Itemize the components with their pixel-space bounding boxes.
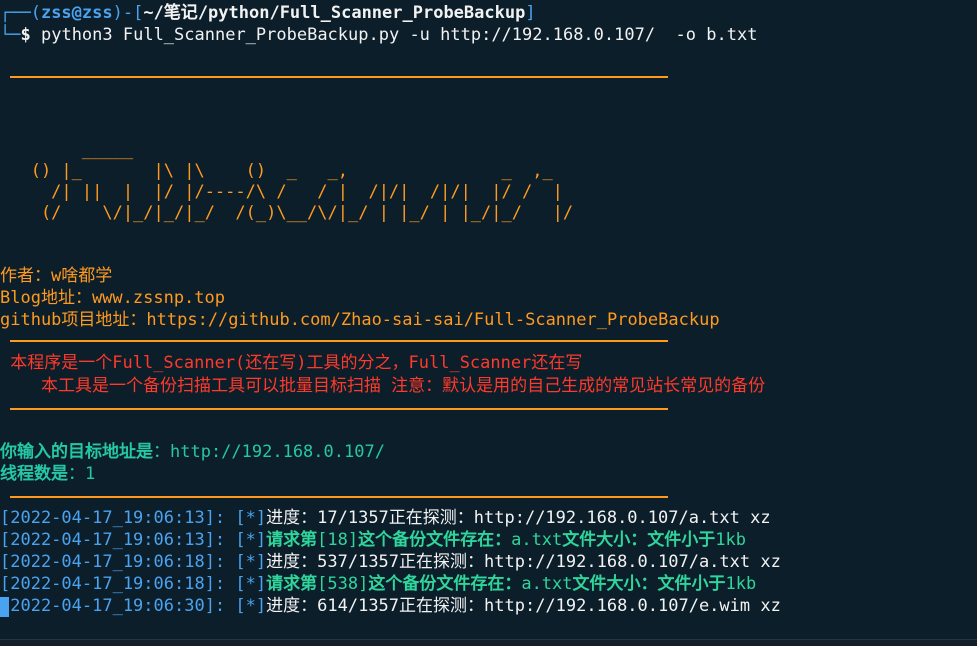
author-line: 作者：w啥都学 [0,266,113,286]
log-line: [2022-04-17_19:06:13]: [*]请求第[18]这个备份文件存… [0,530,746,550]
log-timestamp: [2022-04-17_19:06:13]: [0,530,226,550]
log-tag: [*] [235,552,267,572]
blog-line: Blog地址：www.zssnp.top [0,288,225,308]
github-line: github项目地址：https://github.com/Zhao-sai-s… [0,310,720,330]
bottom-panel-edge [0,639,977,646]
notice-top-rule [10,340,668,342]
prompt-user-host: zss@zss [40,3,113,23]
terminal-cursor [0,597,9,617]
log-timestamp: [2022-04-17_19:06:18]: [0,574,226,594]
notice-bottom-rule [10,408,668,410]
prompt-path-cn: 笔记 [163,3,198,23]
log-timestamp: [2022-04-17_19:06:30]: [0,596,226,616]
log-line: [2022-04-17_19:06:30]: [*]进度：614/1357正在探… [0,595,781,617]
target-label: 你输入的目标地址是 [0,442,153,462]
threads-label: 线程数是 [0,464,68,484]
log-tag: [*] [235,508,267,528]
prompt-path-prefix: ~/ [143,3,164,23]
log-timestamp: [2022-04-17_19:06:13]: [0,508,226,528]
notice-line-1: 本程序是一个Full_Scanner(还在写)工具的分之，Full_Scanne… [0,353,583,373]
command-line[interactable]: └─$ python3 Full_Scanner_ProbeBackup.py … [0,24,757,46]
log-text: 进度：17/1357正在探测：http://192.168.0.107/a.tx… [266,508,771,528]
log-tag: [*] [235,574,267,594]
prompt-line: ┌──(zss@zss)-[~/笔记/python/Full_Scanner_P… [0,3,536,23]
target-value: ：http://192.168.0.107/ [153,442,385,462]
target-line: 你输入的目标地址是：http://192.168.0.107/ [0,441,385,463]
log-timestamp: [2022-04-17_19:06:18]: [0,552,226,572]
threads-value: ：1 [68,464,96,484]
log-line: [2022-04-17_19:06:18]: [*]进度：537/1357正在探… [0,551,781,573]
log-tag: [*] [235,530,267,550]
prompt-dollar: $ [20,25,31,45]
log-tag: [*] [235,596,267,616]
ascii-art-banner: _____ () |_ |\ |\ () _ _, _ ,_ /| || | |… [30,140,574,223]
log-line: [2022-04-17_19:06:13]: [*]进度：17/1357正在探测… [0,507,771,529]
log-top-rule [10,496,668,498]
log-text: 进度：537/1357正在探测：http://192.168.0.107/a.t… [266,552,781,572]
command-text: python3 Full_Scanner_ProbeBackup.py -u h… [40,25,758,45]
prompt-path-rest: /python/Full_Scanner_ProbeBackup [197,3,526,23]
notice-line-2: 本工具是一个备份扫描工具可以批量目标扫描 注意：默认是用的自己生成的常见站长常见… [0,376,766,396]
banner-top-rule [10,76,668,78]
threads-line: 线程数是：1 [0,463,95,485]
log-text: 进度：614/1357正在探测：http://192.168.0.107/e.w… [266,596,781,616]
log-line: [2022-04-17_19:06:18]: [*]请求第[538]这个备份文件… [0,574,757,594]
